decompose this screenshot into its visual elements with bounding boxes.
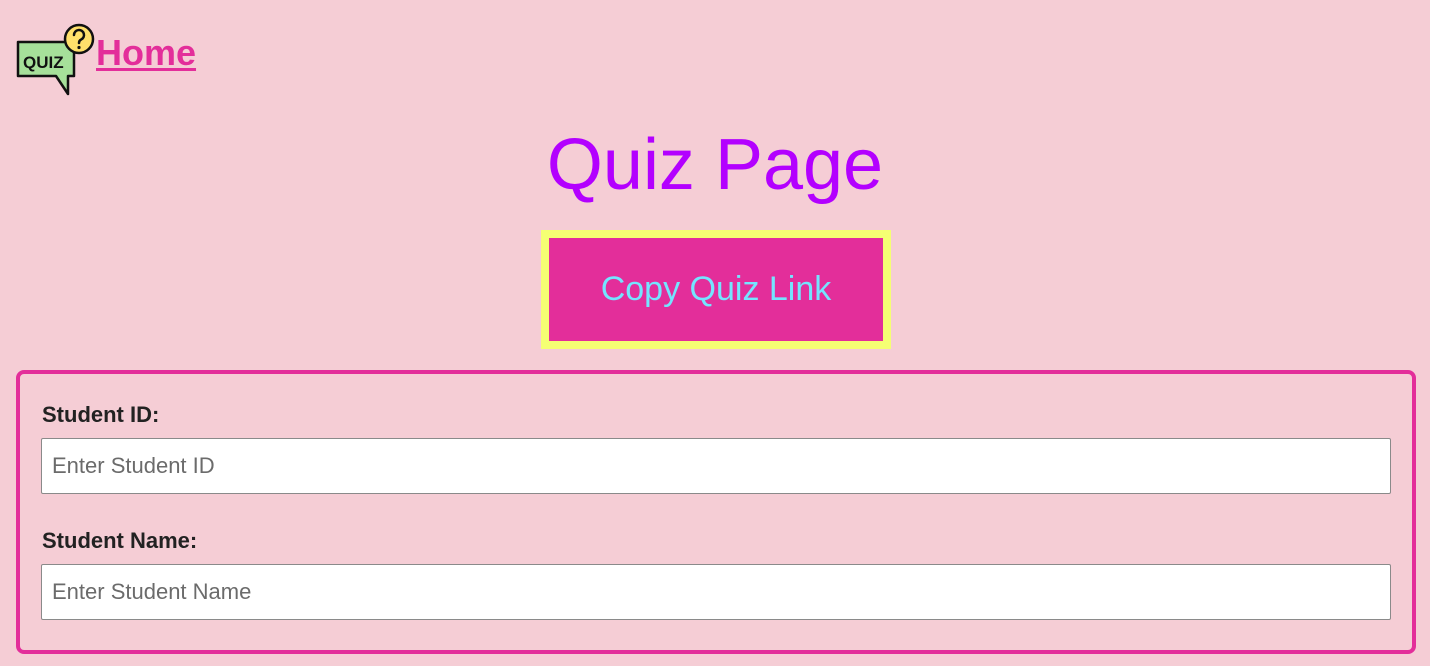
student-info-form: Student ID: Student Name: bbox=[16, 370, 1416, 654]
student-id-label: Student ID: bbox=[42, 402, 160, 427]
home-link[interactable]: Home bbox=[96, 35, 196, 71]
student-id-input[interactable] bbox=[41, 438, 1391, 494]
student-name-label: Student Name: bbox=[42, 528, 198, 553]
logo-text: QUIZ bbox=[23, 53, 64, 72]
copy-quiz-link-button[interactable]: Copy Quiz Link bbox=[541, 230, 891, 349]
quiz-logo-icon[interactable]: QUIZ bbox=[16, 22, 98, 96]
student-name-input[interactable] bbox=[41, 564, 1391, 620]
page-title: Quiz Page bbox=[546, 125, 884, 205]
top-nav: QUIZ Home bbox=[16, 22, 196, 96]
